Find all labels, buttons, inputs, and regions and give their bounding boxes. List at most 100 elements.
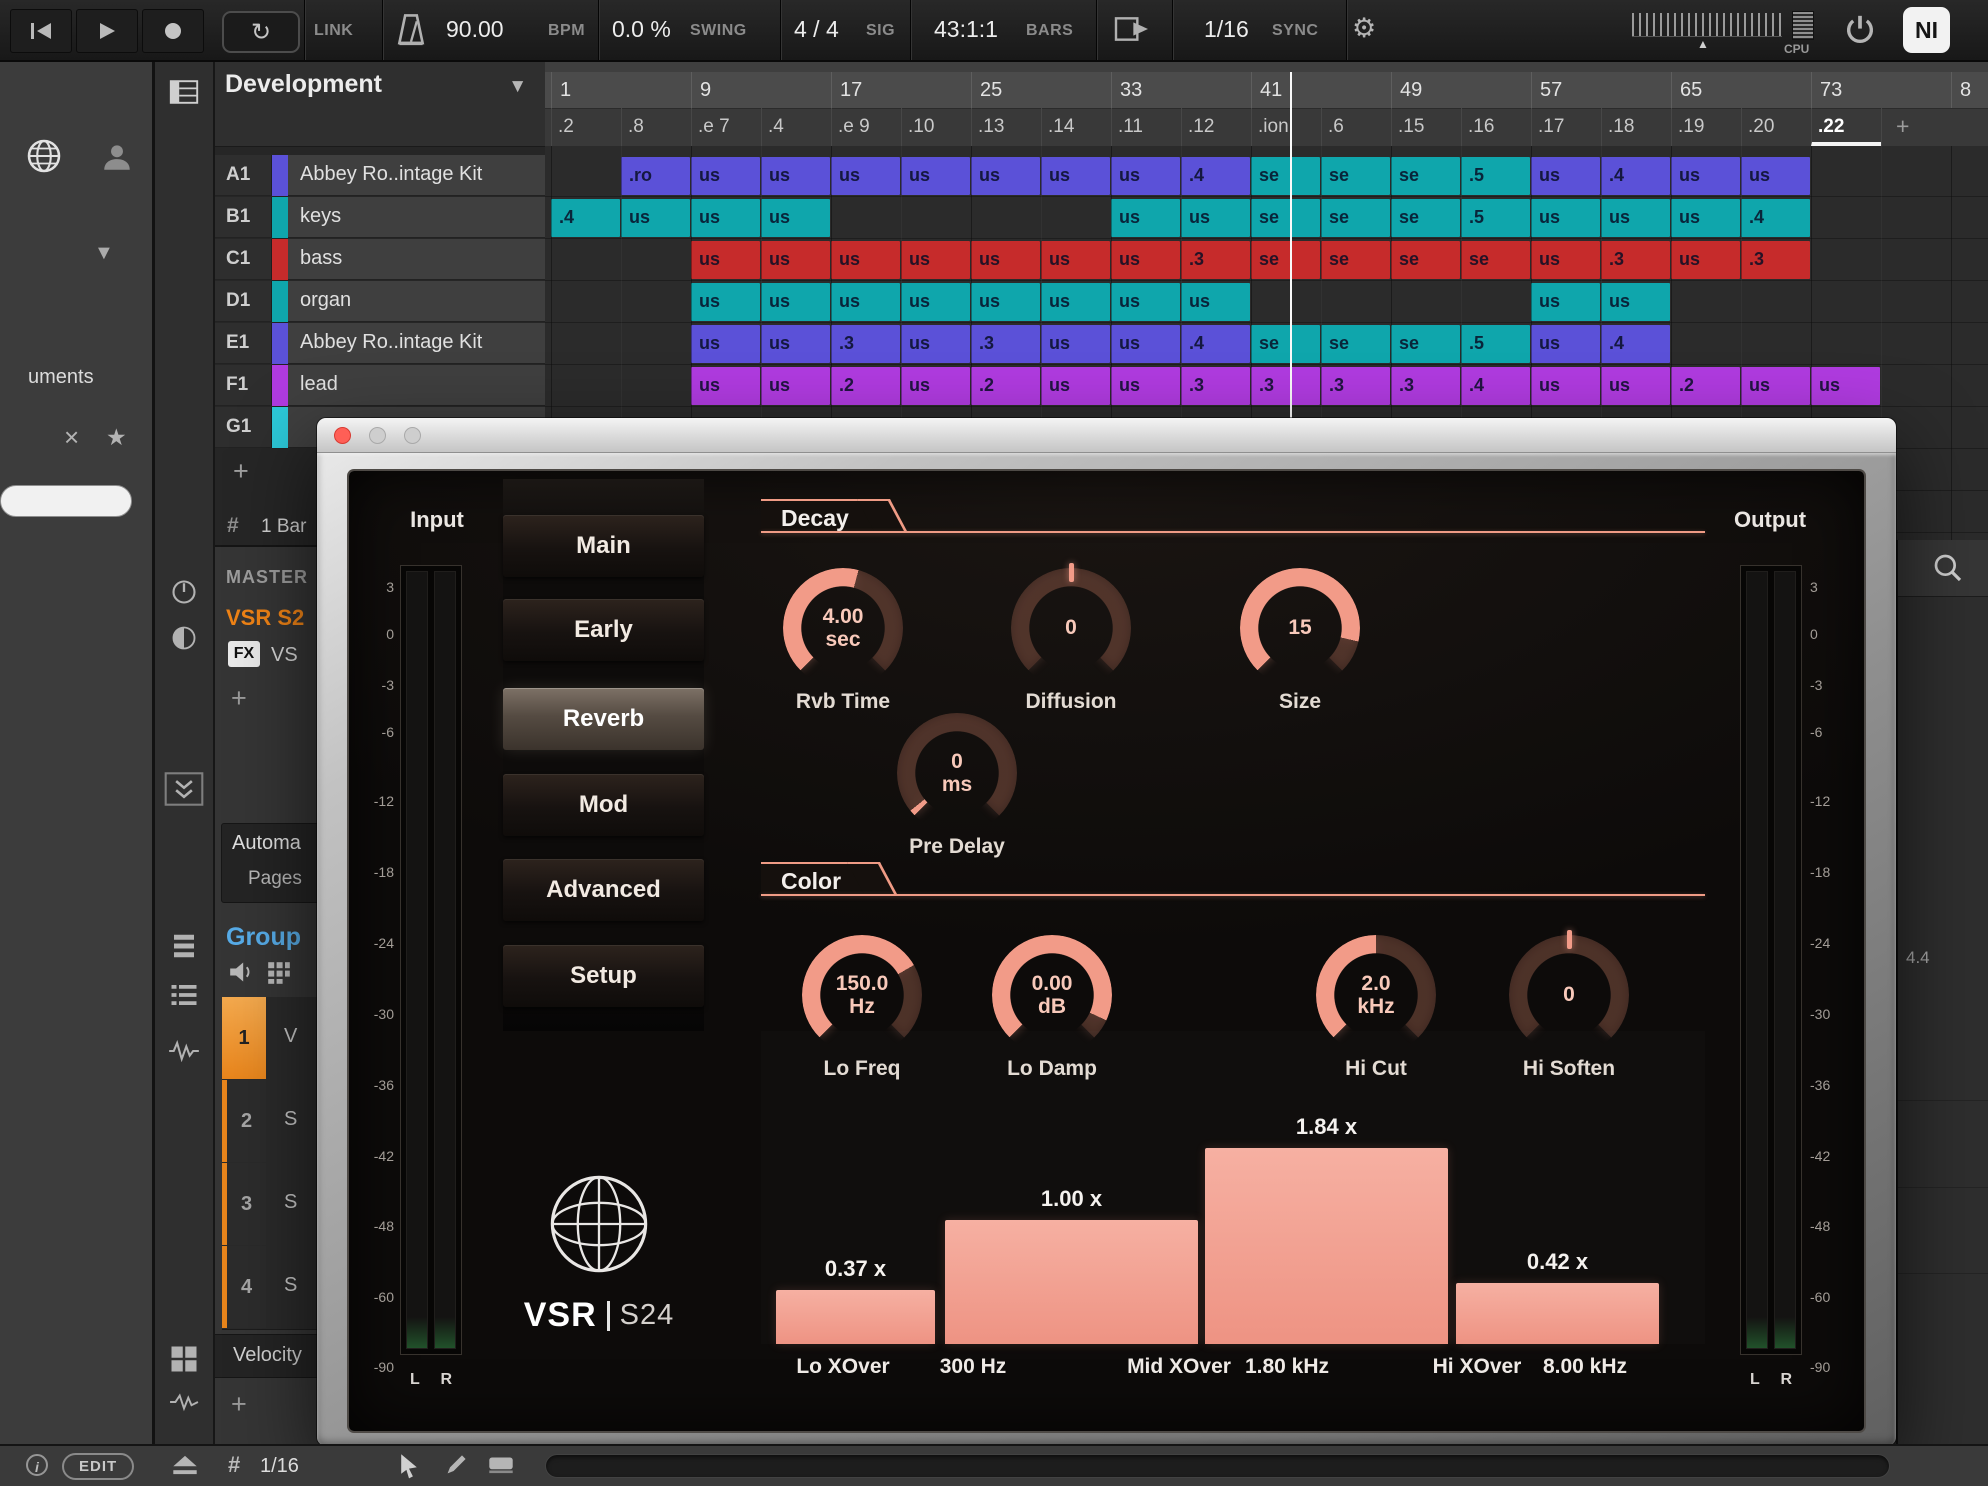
search-input[interactable] bbox=[0, 485, 132, 517]
sound-slot-number[interactable]: 4 bbox=[222, 1246, 266, 1328]
pattern-clip[interactable]: us bbox=[621, 199, 690, 237]
diffusion-knob[interactable]: 0 bbox=[1011, 568, 1131, 688]
ruler-pattern-cell[interactable]: .e 7 bbox=[691, 108, 761, 146]
pattern-length-value[interactable]: 1 Bar bbox=[261, 516, 306, 538]
pattern-clip[interactable]: us bbox=[1601, 367, 1670, 405]
ruler-pattern-cell[interactable]: .17 bbox=[1531, 108, 1601, 146]
pattern-clip[interactable]: .3 bbox=[1391, 367, 1460, 405]
ruler-pattern-cell[interactable]: .4 bbox=[761, 108, 831, 146]
ruler-bar-number[interactable]: 8 bbox=[1951, 72, 1987, 108]
ruler-pattern-cell[interactable]: .6 bbox=[1321, 108, 1391, 146]
track-id-badge[interactable]: B1 bbox=[213, 197, 272, 238]
ruler-bar-number[interactable]: 25 bbox=[971, 72, 1110, 108]
bars-value[interactable]: 43:1:1 bbox=[934, 16, 998, 43]
sound-slot-name[interactable]: S bbox=[284, 1274, 297, 1297]
pattern-clip[interactable]: us bbox=[1111, 325, 1180, 363]
pattern-clip[interactable]: us bbox=[971, 283, 1040, 321]
pattern-clip[interactable]: us bbox=[1181, 199, 1250, 237]
magnifier-icon[interactable] bbox=[1932, 552, 1964, 584]
pattern-clip[interactable]: us bbox=[1531, 325, 1600, 363]
pattern-clip[interactable]: us bbox=[901, 325, 970, 363]
master-volume-slider[interactable] bbox=[1632, 13, 1782, 37]
pattern-clip[interactable]: se bbox=[1391, 199, 1460, 237]
pattern-clip[interactable]: us bbox=[1041, 325, 1110, 363]
lo-mid-band-bar[interactable]: 1.00 x bbox=[945, 1220, 1198, 1344]
sound-slot-name[interactable]: S bbox=[284, 1191, 297, 1214]
group-name[interactable]: Group bbox=[226, 923, 301, 952]
sig-value[interactable]: 4 / 4 bbox=[794, 16, 839, 43]
hi-band-bar[interactable]: 0.42 x bbox=[1456, 1283, 1659, 1344]
layers-icon[interactable] bbox=[169, 932, 199, 960]
pattern-clip[interactable]: us bbox=[1671, 199, 1740, 237]
ruler-pattern-cell[interactable]: .12 bbox=[1181, 108, 1251, 146]
pattern-clip[interactable]: se bbox=[1251, 325, 1320, 363]
pattern-clip[interactable]: se bbox=[1321, 199, 1390, 237]
pattern-clip[interactable]: us bbox=[1041, 241, 1110, 279]
close-window-icon[interactable] bbox=[334, 427, 351, 444]
record-button[interactable] bbox=[142, 9, 204, 53]
track-name[interactable]: organ bbox=[288, 281, 545, 322]
link-toggle[interactable]: LINK bbox=[314, 22, 353, 40]
pattern-clip[interactable]: us bbox=[901, 157, 970, 195]
pattern-clip[interactable]: us bbox=[1531, 157, 1600, 195]
pattern-clip[interactable]: se bbox=[1321, 325, 1390, 363]
ruler-bar-number[interactable]: 73 bbox=[1811, 72, 1950, 108]
pattern-clip[interactable]: us bbox=[761, 157, 830, 195]
track-name[interactable]: Abbey Ro..intage Kit bbox=[288, 323, 545, 364]
add-plugin-button[interactable]: + bbox=[231, 683, 247, 714]
follow-icon[interactable] bbox=[1114, 17, 1150, 41]
info-icon[interactable]: i bbox=[26, 1454, 48, 1476]
pattern-clip[interactable]: us bbox=[1811, 367, 1880, 405]
rewind-button[interactable] bbox=[10, 9, 72, 53]
favorites-icon[interactable]: ★ bbox=[106, 424, 127, 451]
ruler-pattern-cell[interactable]: .19 bbox=[1671, 108, 1741, 146]
track-id-badge[interactable]: F1 bbox=[213, 365, 272, 406]
pattern-clip[interactable]: .4 bbox=[1741, 199, 1810, 237]
pattern-clip[interactable]: us bbox=[1741, 157, 1810, 195]
minimize-window-icon[interactable] bbox=[369, 427, 386, 444]
plugin-tab-early[interactable]: Early bbox=[503, 599, 704, 661]
pattern-clip[interactable]: us bbox=[901, 241, 970, 279]
pattern-clip[interactable]: us bbox=[691, 241, 760, 279]
pattern-clip[interactable]: se bbox=[1461, 241, 1530, 279]
power-icon[interactable] bbox=[1843, 13, 1877, 47]
ruler-add-cell[interactable]: + bbox=[1881, 108, 1951, 146]
pattern-clip[interactable]: .ro bbox=[621, 157, 690, 195]
eraser-tool-icon[interactable] bbox=[488, 1453, 514, 1475]
speaker-icon[interactable] bbox=[229, 961, 255, 983]
ruler-bar-number[interactable]: 49 bbox=[1391, 72, 1530, 108]
pads-icon[interactable] bbox=[169, 1344, 199, 1374]
ruler-bar-number[interactable]: 65 bbox=[1671, 72, 1810, 108]
track-name[interactable]: keys bbox=[288, 197, 545, 238]
ruler-pattern-cell[interactable]: .e 9 bbox=[831, 108, 901, 146]
pattern-clip[interactable]: us bbox=[1601, 283, 1670, 321]
plugin-tab-main[interactable]: Main bbox=[503, 515, 704, 577]
pattern-clip[interactable]: us bbox=[761, 325, 830, 363]
pattern-clip[interactable]: us bbox=[901, 367, 970, 405]
macro-knob-icon[interactable] bbox=[170, 578, 198, 606]
pattern-clip[interactable]: us bbox=[1531, 241, 1600, 279]
plugin-tab-setup[interactable]: Setup bbox=[503, 945, 704, 1007]
pattern-clip[interactable]: us bbox=[761, 283, 830, 321]
ruler-pattern-cell[interactable]: .ion bbox=[1251, 108, 1321, 146]
pattern-clip[interactable]: .3 bbox=[831, 325, 900, 363]
play-button[interactable] bbox=[76, 9, 138, 53]
pattern-clip[interactable]: us bbox=[1041, 367, 1110, 405]
loop-button[interactable]: ↻ bbox=[222, 11, 300, 53]
pattern-clip[interactable]: .5 bbox=[1461, 325, 1530, 363]
user-icon[interactable] bbox=[100, 140, 134, 174]
pattern-clip[interactable]: .2 bbox=[1671, 367, 1740, 405]
zoom-tool-box[interactable] bbox=[1898, 540, 1988, 597]
pattern-clip[interactable]: us bbox=[691, 367, 760, 405]
pattern-clip[interactable]: se bbox=[1321, 157, 1390, 195]
pattern-clip[interactable]: se bbox=[1391, 157, 1460, 195]
ruler-pattern-cell[interactable]: .10 bbox=[901, 108, 971, 146]
track-name[interactable]: bass bbox=[288, 239, 545, 280]
pattern-clip[interactable]: us bbox=[691, 283, 760, 321]
pattern-clip[interactable]: .5 bbox=[1461, 199, 1530, 237]
arranger-view-icon[interactable] bbox=[169, 80, 199, 104]
ruler-bar-number[interactable]: 9 bbox=[691, 72, 830, 108]
pattern-clip[interactable]: .3 bbox=[1181, 241, 1250, 279]
pattern-clip[interactable]: us bbox=[1741, 367, 1810, 405]
size-knob[interactable]: 15 bbox=[1240, 568, 1360, 688]
